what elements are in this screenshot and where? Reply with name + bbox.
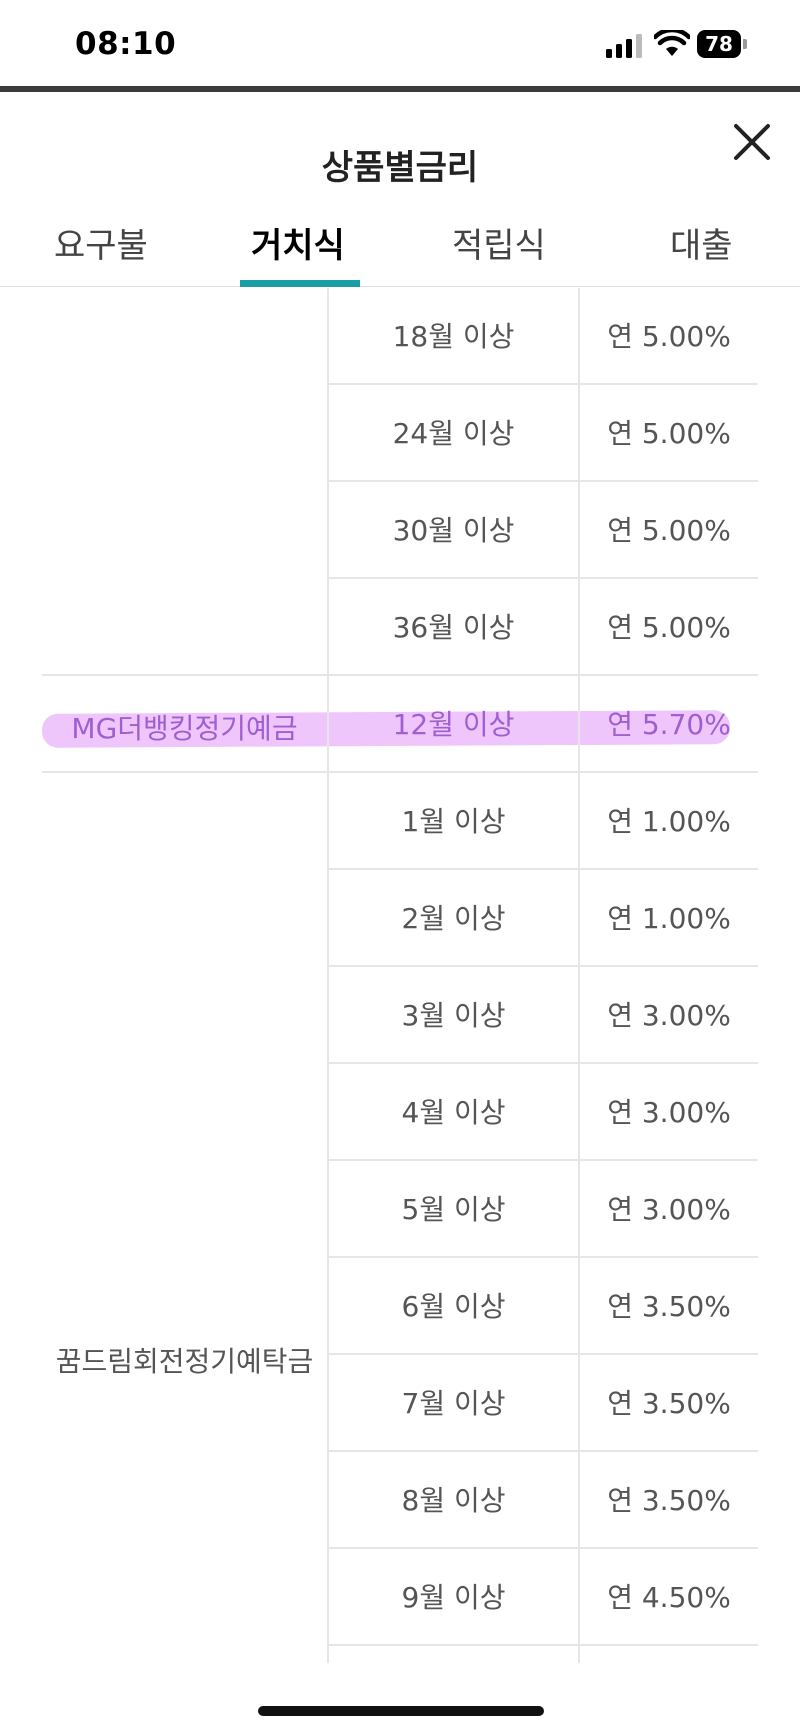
battery-level: 78 — [705, 32, 733, 56]
rate-cell: 연 3.50% — [607, 1484, 731, 1517]
rate-cell: 연 1.00% — [607, 805, 731, 838]
battery-icon: 78 — [697, 30, 747, 58]
tab-demand-deposit[interactable]: 요구불 — [54, 218, 148, 267]
tab-installment-savings[interactable]: 적립식 — [452, 218, 546, 267]
product-name: 꿈드림회전정기예탁금 — [55, 1345, 314, 1378]
rate-cell: 연 5.00% — [607, 514, 731, 547]
rate-cell: 연 5.00% — [607, 417, 731, 450]
period-cell: 5월 이상 — [401, 1193, 506, 1226]
status-bar: 08:10 78 — [0, 0, 800, 88]
period-cell: 24월 이상 — [392, 417, 515, 450]
period-cell: 3월 이상 — [401, 999, 506, 1032]
cellular-signal-icon — [606, 34, 644, 58]
rate-cell: 연 3.00% — [607, 1096, 731, 1129]
period-cell: 7월 이상 — [401, 1387, 506, 1420]
period-cell: 18월 이상 — [392, 320, 515, 353]
rate-cell: 연 3.50% — [607, 1290, 731, 1323]
rate-cell: 연 3.00% — [607, 999, 731, 1032]
rate-cell: 연 4.50% — [607, 1581, 731, 1614]
status-time: 08:10 — [75, 26, 177, 62]
period-cell: 4월 이상 — [401, 1096, 506, 1129]
header-divider — [0, 86, 800, 92]
period-cell: 2월 이상 — [401, 902, 506, 935]
tab-fixed-deposit[interactable]: 거치식 — [251, 218, 345, 267]
home-indicator[interactable] — [258, 1706, 544, 1716]
active-tab-indicator — [240, 280, 360, 287]
rate-cell: 연 5.70% — [607, 708, 731, 741]
rate-cell: 연 3.00% — [607, 1193, 731, 1226]
rate-cell: 연 1.00% — [607, 902, 731, 935]
period-cell: 12월 이상 — [392, 708, 515, 741]
rate-cell: 연 3.50% — [607, 1387, 731, 1420]
period-cell: 1월 이상 — [401, 805, 506, 838]
rate-cell: 연 5.00% — [607, 320, 731, 353]
period-cell: 9월 이상 — [401, 1581, 506, 1614]
page-title: 상품별금리 — [321, 148, 479, 188]
rate-cell: 연 5.00% — [607, 611, 731, 644]
product-name: MG더뱅킹정기예금 — [71, 712, 298, 745]
wifi-icon — [654, 30, 690, 56]
tab-loan[interactable]: 대출 — [670, 218, 733, 267]
period-cell: 36월 이상 — [392, 611, 515, 644]
rate-table: MG더뱅킹정기예금 꿈드림회전정기예탁금 18월 이상 연 5.00% 24월 … — [0, 288, 800, 1663]
period-cell: 6월 이상 — [401, 1290, 506, 1323]
close-icon[interactable] — [728, 118, 776, 166]
period-cell: 8월 이상 — [401, 1484, 506, 1517]
tab-bar: 요구불 거치식 적립식 대출 — [0, 200, 800, 287]
period-cell: 30월 이상 — [392, 514, 515, 547]
